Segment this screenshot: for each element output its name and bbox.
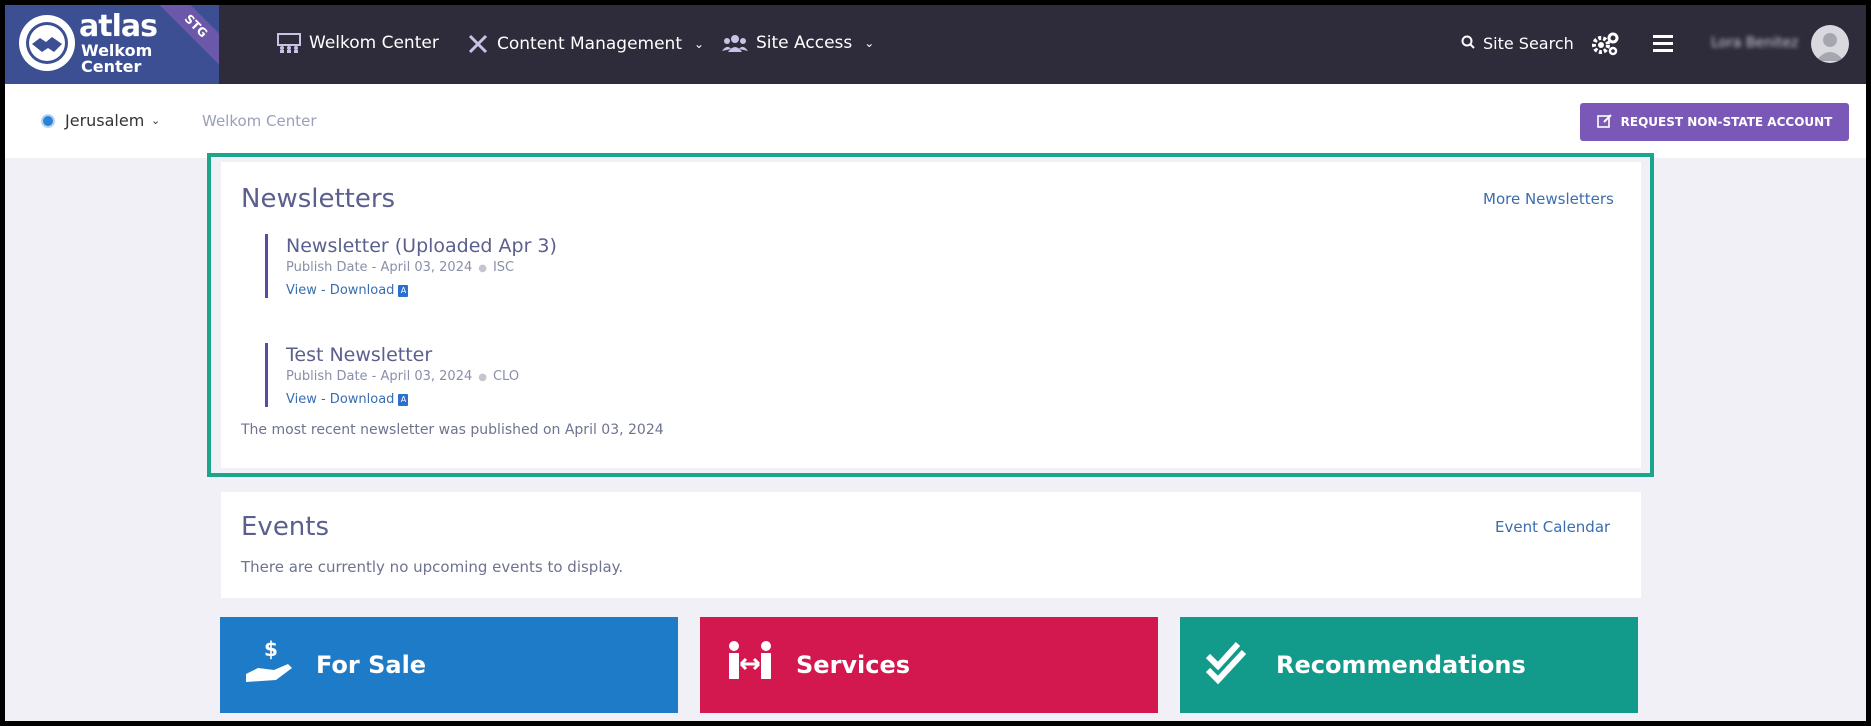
gears-icon[interactable] <box>1591 31 1619 61</box>
tile-label: For Sale <box>316 651 427 679</box>
app-frame: atlas Welkom Center STG Welkom Center Co… <box>5 5 1866 721</box>
brand-subtitle: Welkom Center <box>81 43 152 75</box>
location-selector[interactable]: Jerusalem <box>65 111 144 130</box>
events-empty-message: There are currently no upcoming events t… <box>241 558 624 576</box>
brand-name: atlas <box>79 9 158 44</box>
handshake-icon <box>19 15 75 71</box>
site-search-label: Site Search <box>1483 34 1574 53</box>
hand-dollar-icon: $ <box>244 637 296 692</box>
env-badge: STG <box>156 5 219 66</box>
nav-label: Welkom Center <box>309 33 439 53</box>
search-icon <box>1461 34 1475 53</box>
chevron-down-icon: ⌄ <box>864 36 875 50</box>
nav-label: Site Access <box>756 33 853 53</box>
nav-site-access[interactable]: Site Access ⌄ <box>722 33 874 53</box>
people-board-icon <box>277 33 301 53</box>
for-sale-tile[interactable]: $ For Sale <box>220 617 678 713</box>
nav-content-management[interactable]: Content Management ⌄ <box>467 33 704 55</box>
location-bar: Jerusalem ⌄ Welkom Center REQUEST NON-ST… <box>5 84 1866 158</box>
hamburger-menu-icon[interactable] <box>1653 35 1673 57</box>
request-non-state-account-button[interactable]: REQUEST NON-STATE ACCOUNT <box>1580 103 1849 141</box>
top-navbar: atlas Welkom Center STG Welkom Center Co… <box>5 5 1866 84</box>
double-check-icon <box>1204 638 1256 692</box>
chevron-down-icon: ⌄ <box>694 37 705 51</box>
chevron-down-icon[interactable]: ⌄ <box>151 114 160 127</box>
edit-icon <box>1596 113 1613 132</box>
tile-label: Recommendations <box>1276 651 1526 679</box>
site-search-button[interactable]: Site Search <box>1461 34 1574 53</box>
recommendations-tile[interactable]: Recommendations <box>1180 617 1638 713</box>
avatar[interactable] <box>1811 25 1849 63</box>
nav-label: Content Management <box>497 34 682 54</box>
people-exchange-icon <box>724 638 776 692</box>
logo[interactable]: atlas Welkom Center STG <box>5 5 219 84</box>
tile-label: Services <box>796 651 911 679</box>
event-calendar-link[interactable]: Event Calendar <box>1495 518 1610 536</box>
tools-icon <box>467 33 489 55</box>
location-dot-icon <box>41 114 55 128</box>
services-tile[interactable]: Services <box>700 617 1158 713</box>
brand-subtitle-line2: Center <box>81 57 142 76</box>
svg-text:$: $ <box>264 638 278 661</box>
user-name[interactable]: Lora Benitez <box>1711 35 1798 51</box>
events-title: Events <box>241 512 330 542</box>
events-card: Events Event Calendar There are currentl… <box>221 492 1641 598</box>
nav-welkom-center[interactable]: Welkom Center <box>277 33 439 53</box>
users-icon <box>722 33 748 53</box>
request-button-label: REQUEST NON-STATE ACCOUNT <box>1620 115 1833 129</box>
breadcrumb[interactable]: Welkom Center <box>202 112 317 130</box>
highlight-box <box>207 153 1654 477</box>
